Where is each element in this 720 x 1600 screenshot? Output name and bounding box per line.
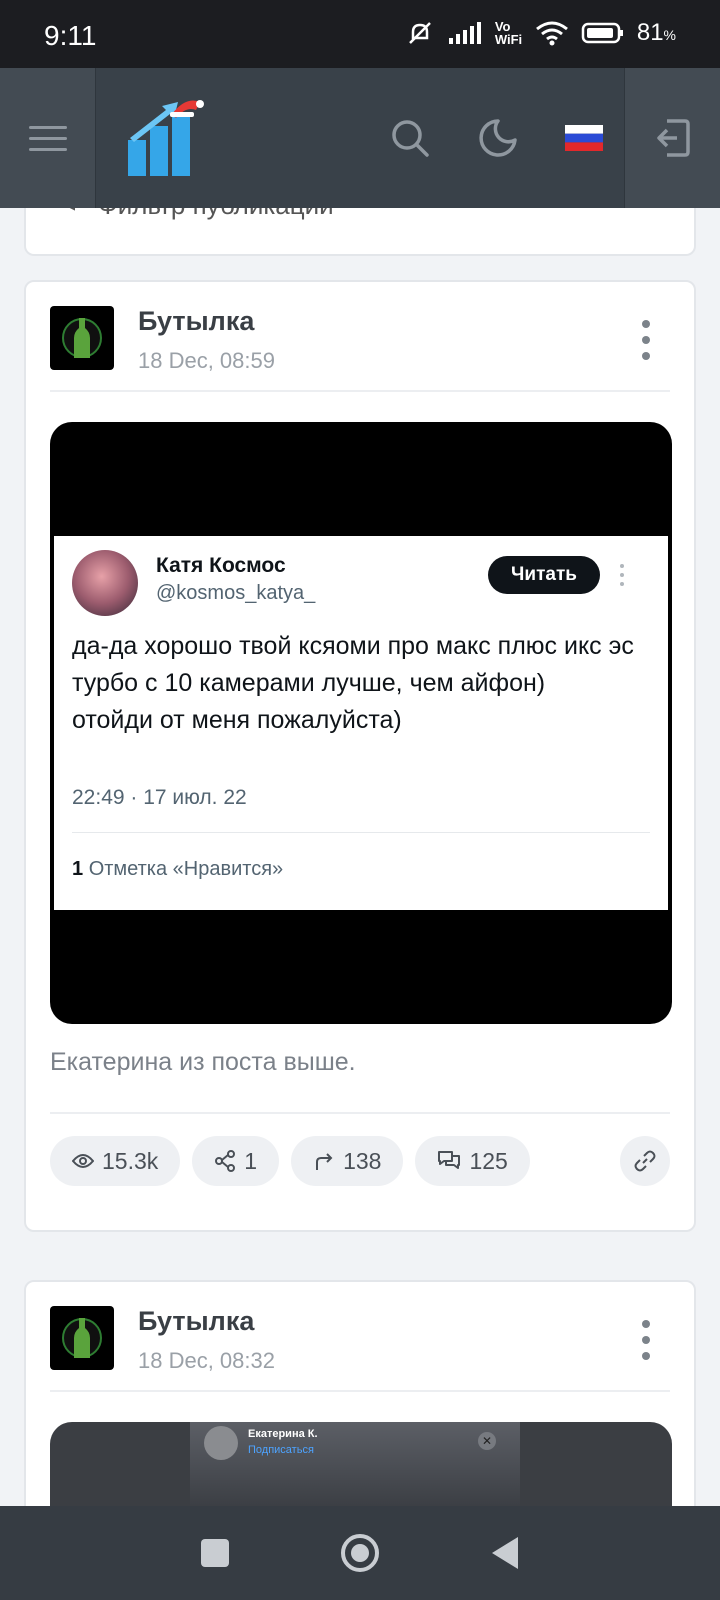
tweet-follow-button: Читать xyxy=(488,556,600,594)
logo-icon xyxy=(128,100,204,176)
vowifi-label: Vo WiFi xyxy=(494,19,523,47)
comments-count: 125 xyxy=(469,1147,508,1174)
recents-button[interactable] xyxy=(200,1538,230,1568)
signal-icon xyxy=(448,22,481,44)
battery-level: 81% xyxy=(636,19,676,46)
status-bar: 9:11 Vo WiFi 81% xyxy=(0,0,720,68)
repost-button[interactable]: 138 xyxy=(291,1136,404,1186)
author-avatar[interactable] xyxy=(50,306,114,370)
login-button[interactable] xyxy=(624,68,720,208)
link-icon xyxy=(634,1150,656,1172)
tweet-author-handle: @kosmos_katya_ xyxy=(156,582,316,604)
battery-icon xyxy=(581,22,623,44)
views-count: 15.3k xyxy=(102,1147,159,1174)
post-menu-button[interactable] xyxy=(636,320,656,360)
search-icon xyxy=(392,120,429,157)
preview-user-avatar xyxy=(204,1426,238,1460)
back-button[interactable] xyxy=(490,1536,520,1570)
divider xyxy=(50,390,670,392)
views-counter[interactable]: 15.3k xyxy=(50,1136,181,1186)
post-image[interactable]: Катя Космос @kosmos_katya_ Читать да-да … xyxy=(50,422,672,1024)
site-logo[interactable] xyxy=(126,96,206,180)
author-name[interactable]: Бутылка xyxy=(138,306,254,337)
author-name[interactable]: Бутылка xyxy=(138,1306,254,1337)
share-button[interactable]: 1 xyxy=(192,1136,280,1186)
language-button[interactable] xyxy=(558,112,610,164)
tweet-likes: 1 Отметка «Нравится» xyxy=(72,858,284,880)
wifi-icon xyxy=(535,21,568,46)
theme-toggle-button[interactable] xyxy=(472,112,524,164)
comments-icon xyxy=(438,1151,461,1169)
preview-user-name: Екатерина К. xyxy=(248,1428,318,1440)
hamburger-icon xyxy=(28,126,67,151)
divider xyxy=(50,1112,670,1114)
bottle-icon xyxy=(62,318,102,358)
app-header xyxy=(0,68,720,208)
search-button[interactable] xyxy=(384,112,436,164)
login-icon xyxy=(656,119,690,157)
share-icon xyxy=(215,1150,236,1172)
moon-icon xyxy=(479,119,517,157)
home-button[interactable] xyxy=(340,1533,380,1573)
system-navigation-bar xyxy=(0,1506,720,1600)
preview-subscribe: Подписаться xyxy=(248,1444,314,1456)
russia-flag-icon xyxy=(565,125,603,151)
author-avatar[interactable] xyxy=(50,1306,114,1370)
divider xyxy=(50,1390,670,1392)
post-menu-button[interactable] xyxy=(636,1320,656,1360)
system-icons: Vo WiFi 81% xyxy=(405,18,676,48)
tweet-author-name: Катя Космос xyxy=(156,554,286,577)
repost-icon xyxy=(316,1153,333,1170)
menu-button[interactable] xyxy=(0,68,96,208)
comments-button[interactable]: 125 xyxy=(415,1136,530,1186)
tweet-more-icon xyxy=(620,564,626,586)
post-card: Бутылка 18 Dec, 08:59 Катя Космос @kosmo… xyxy=(24,280,696,1232)
close-icon: ✕ xyxy=(478,1432,496,1450)
post-caption: Екатерина из поста выше. xyxy=(50,1048,356,1076)
mute-icon xyxy=(408,22,431,44)
post-date: 18 Dec, 08:59 xyxy=(138,348,275,373)
eye-icon xyxy=(72,1154,94,1168)
tweet-divider xyxy=(72,832,650,833)
status-time: 9:11 xyxy=(44,20,97,51)
shares-count: 1 xyxy=(244,1147,258,1174)
reposts-count: 138 xyxy=(343,1147,382,1174)
post-date: 18 Dec, 08:32 xyxy=(138,1348,275,1373)
tweet-avatar xyxy=(72,550,138,616)
tweet-timestamp: 22:49 · 17 июл. 22 xyxy=(72,786,247,809)
tweet-text: да-да хорошо твой ксяоми про макс плюс и… xyxy=(72,632,634,734)
tweet-screenshot: Катя Космос @kosmos_katya_ Читать да-да … xyxy=(54,536,668,910)
bottle-icon xyxy=(62,1318,102,1358)
copy-link-button[interactable] xyxy=(620,1136,670,1186)
post-actions: 15.3k 1 138 125 xyxy=(50,1136,530,1186)
